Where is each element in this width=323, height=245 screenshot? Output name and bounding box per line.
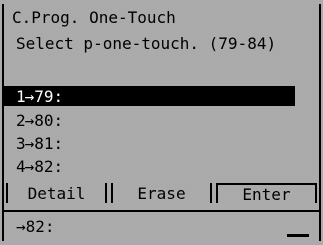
item-arrow-icon: → xyxy=(24,133,35,153)
list-item-82[interactable]: 4 → 82: xyxy=(4,156,319,176)
detail-softkey[interactable]: Detail xyxy=(6,183,107,203)
prompt-text: Select p-one-touch. (79-84) xyxy=(4,30,319,56)
enter-softkey[interactable]: Enter xyxy=(216,183,317,204)
input-arrow-icon: → xyxy=(16,216,26,236)
item-label: 82: xyxy=(34,156,64,176)
page-title: C.Prog. One-Touch xyxy=(4,6,319,28)
list-item-81[interactable]: 3 → 81: xyxy=(4,133,319,153)
lcd-screen: C.Prog. One-Touch Select p-one-touch. (7… xyxy=(0,0,323,245)
item-index: 2 xyxy=(16,110,26,130)
item-index: 4 xyxy=(16,156,26,176)
erase-softkey[interactable]: Erase xyxy=(111,183,212,203)
spacer-band xyxy=(4,58,319,84)
item-arrow-icon: → xyxy=(24,86,35,106)
one-touch-list: 1 → 79: 2 → 80: 3 → 81: 4 → 82: xyxy=(4,86,319,180)
item-arrow-icon: → xyxy=(24,110,35,130)
list-item-80[interactable]: 2 → 80: xyxy=(4,110,319,130)
item-index: 3 xyxy=(16,133,26,153)
list-item-79[interactable]: 1 → 79: xyxy=(4,86,295,106)
item-arrow-icon: → xyxy=(24,156,35,176)
item-index: 1 xyxy=(16,86,26,106)
softkey-bar: Detail Erase Enter xyxy=(4,181,319,205)
item-label: 79: xyxy=(34,86,64,106)
item-label: 80: xyxy=(34,110,64,130)
input-value: 82: xyxy=(25,216,55,236)
text-cursor xyxy=(287,234,309,237)
screen-right-border xyxy=(319,4,321,241)
input-line[interactable]: → 82: xyxy=(4,210,319,240)
item-label: 81: xyxy=(34,133,64,153)
